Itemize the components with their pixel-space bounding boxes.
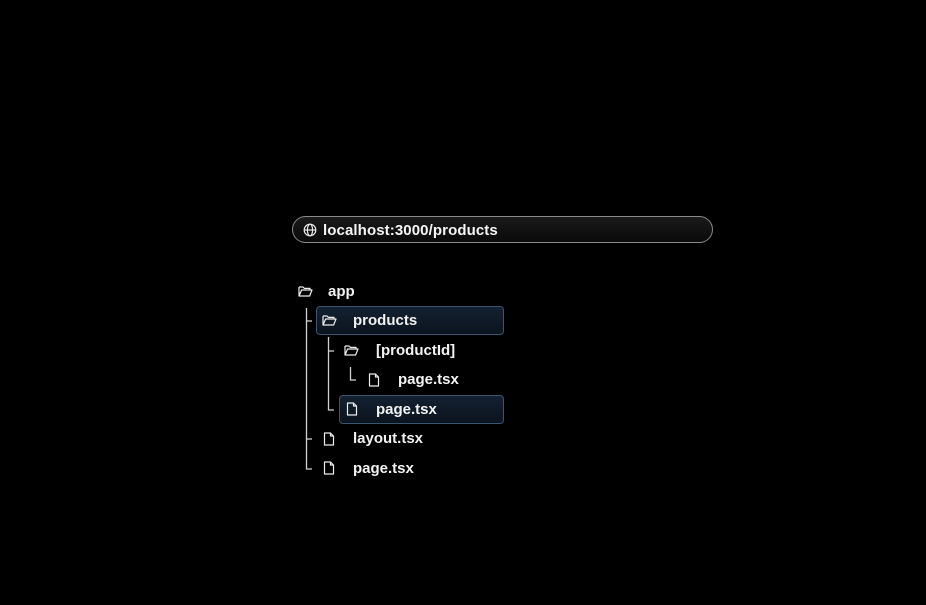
- folder-open-icon: [322, 314, 337, 332]
- product-id-connector: [349, 367, 356, 381]
- folder-open-icon: [344, 344, 359, 362]
- file-icon: [323, 461, 335, 480]
- file-icon: [368, 373, 380, 392]
- tree-connectors: [305, 308, 356, 470]
- folder-open-icon: [298, 285, 313, 303]
- root-connector: [305, 308, 312, 470]
- file-icon: [323, 432, 335, 451]
- file-tree: app products [productId] page.tsx page.t…: [0, 0, 926, 605]
- tree-item-label: page.tsx: [353, 460, 414, 477]
- products-connector: [327, 337, 334, 411]
- tree-item-label: page.tsx: [398, 371, 459, 388]
- tree-item-label: [productId]: [376, 342, 456, 359]
- tree-item-label: page.tsx: [376, 401, 437, 418]
- file-icon: [346, 402, 358, 421]
- tree-item-label: layout.tsx: [353, 430, 424, 447]
- tree-item-label: products: [353, 312, 418, 329]
- tree-item-label: app: [328, 283, 355, 300]
